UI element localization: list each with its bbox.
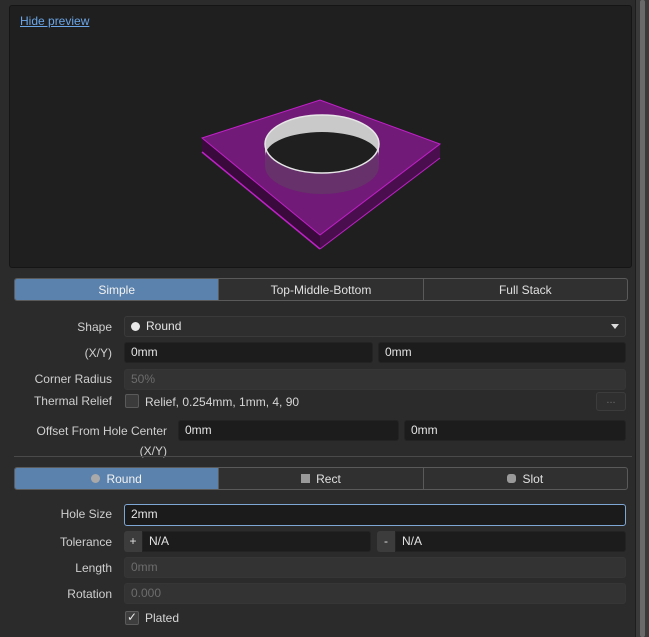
thermal-relief-settings-button[interactable]: ... <box>596 392 626 411</box>
thermal-relief-summary: Relief, 0.254mm, 1mm, 4, 90 <box>145 395 300 409</box>
hole-size-input[interactable]: 2mm <box>124 504 626 526</box>
rounded-square-icon <box>507 474 517 483</box>
tab-top-middle-bottom[interactable]: Top-Middle-Bottom <box>219 279 424 300</box>
circle-icon <box>91 474 101 483</box>
scrollbar-thumb[interactable] <box>640 0 645 637</box>
thermal-relief-label: Thermal Relief <box>33 394 112 408</box>
tolerance-minus-input[interactable]: N/A <box>395 531 626 552</box>
plated-label: Plated <box>145 611 180 625</box>
vertical-scrollbar[interactable] <box>635 0 649 637</box>
offset-x-input[interactable]: 0mm <box>178 420 399 441</box>
plated-checkbox[interactable]: ✓ <box>125 610 139 625</box>
hole-shape-tabs: Round Rect Slot <box>14 467 628 490</box>
x-size-input[interactable]: 0mm <box>124 342 373 363</box>
tab-simple[interactable]: Simple <box>15 279 220 300</box>
offset-y-input[interactable]: 0mm <box>404 420 626 441</box>
tab-rect[interactable]: Rect <box>219 468 424 489</box>
shape-dropdown[interactable]: Round <box>124 316 626 337</box>
tab-slot[interactable]: Slot <box>424 468 627 489</box>
pad-3d-model <box>200 99 442 250</box>
tolerance-plus-input[interactable]: N/A <box>142 531 371 552</box>
offset-label: Offset From Hole Center (X/Y) <box>36 424 168 458</box>
tolerance-plus-sign: + <box>124 531 142 552</box>
xy-label: (X/Y) <box>84 346 112 360</box>
shape-value: Round <box>146 319 182 333</box>
section-divider <box>14 456 632 457</box>
hole-size-label: Hole Size <box>60 507 112 521</box>
shape-label: Shape <box>77 320 112 334</box>
corner-radius-label: Corner Radius <box>34 372 112 386</box>
square-icon <box>301 474 311 483</box>
pad-3d-preview[interactable]: Hide preview <box>9 5 632 268</box>
length-label: Length <box>75 561 112 575</box>
thermal-relief-checkbox[interactable] <box>125 394 139 408</box>
chevron-down-icon <box>611 324 619 329</box>
y-size-input[interactable]: 0mm <box>378 342 626 363</box>
stack-mode-tabs: Simple Top-Middle-Bottom Full Stack <box>14 278 628 301</box>
rotation-label: Rotation <box>67 587 112 601</box>
tab-full-stack[interactable]: Full Stack <box>424 279 627 300</box>
rotation-input[interactable]: 0.000 <box>124 583 626 604</box>
checkmark-icon: ✓ <box>127 610 138 624</box>
tolerance-minus-sign: - <box>377 531 395 552</box>
tolerance-label: Tolerance <box>59 535 112 549</box>
corner-radius-input[interactable]: 50% <box>124 369 626 390</box>
tab-round[interactable]: Round <box>15 468 220 489</box>
length-input[interactable]: 0mm <box>124 557 626 578</box>
circle-icon <box>131 322 140 331</box>
